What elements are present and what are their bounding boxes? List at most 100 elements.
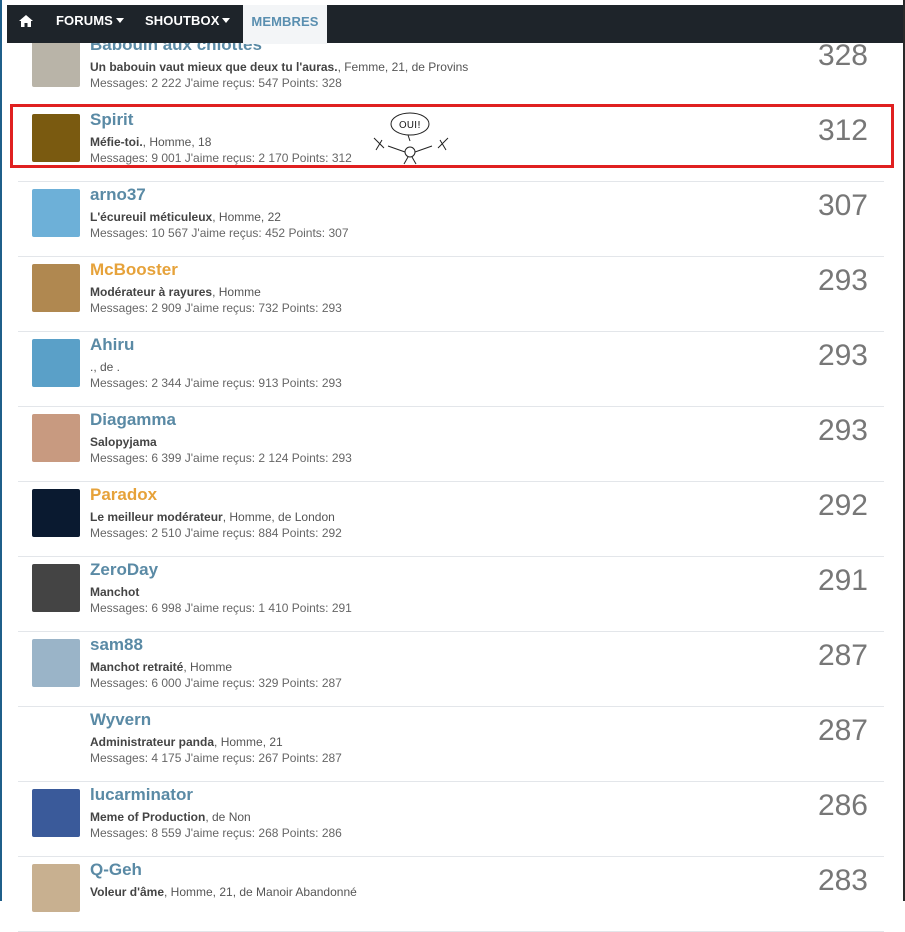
member-details: , Homme (212, 285, 261, 299)
top-navbar: FORUMS SHOUTBOX MEMBRES (7, 5, 903, 44)
member-details: , Homme (183, 660, 233, 674)
member-info: Salopyjama (90, 435, 157, 449)
member-details: , de Non (205, 810, 251, 824)
stat-label: Points: (288, 226, 326, 240)
likes-count: 2 124 (258, 451, 289, 465)
member-title: Modérateur à rayures (90, 285, 213, 299)
messages-count: 8 559 (151, 826, 182, 840)
member-name-link[interactable]: Q-Geh (90, 860, 142, 880)
member-score: 293 (817, 339, 868, 372)
member-score: 328 (817, 39, 868, 72)
member-name-link[interactable]: ZeroDay (90, 560, 158, 580)
stat-label: J'aime reçus: (184, 301, 256, 315)
stat-label: Points: (281, 376, 319, 390)
member-row: Diagamma Salopyjama Messages: 6 399 J'aime… (18, 406, 884, 482)
member-title: Manchot retraité (90, 660, 184, 674)
stat-label: Messages: (90, 676, 149, 690)
avatar[interactable] (32, 489, 80, 537)
member-info: Administrateur panda, Homme, 21 (90, 735, 283, 749)
avatar[interactable] (32, 264, 80, 312)
stat-label: Messages: (90, 826, 149, 840)
member-details: ., de . (90, 360, 121, 374)
nav-shoutbox-label: SHOUTBOX (145, 13, 220, 28)
stat-label: J'aime reçus: (191, 226, 262, 240)
avatar[interactable] (32, 864, 80, 912)
points-count: 287 (321, 676, 342, 690)
likes-count: 267 (258, 751, 279, 765)
member-info: Voleur d'âme, Homme, 21, de Manoir Aband… (90, 885, 357, 899)
stat-label: Messages: (90, 376, 149, 390)
avatar[interactable] (32, 564, 80, 612)
points-count: 293 (321, 301, 342, 315)
messages-count: 6 399 (151, 451, 182, 465)
member-name-link[interactable]: sam88 (90, 635, 143, 655)
member-row: Wyvern Administrateur panda, Homme, 21 Mes… (18, 706, 884, 782)
avatar[interactable] (32, 39, 80, 87)
member-title: L'écureuil méticuleux (90, 210, 213, 224)
chevron-down-icon (222, 18, 231, 23)
stat-label: J'aime reçus: (184, 376, 256, 390)
member-stats: Messages: 6 000 J'aime reçus: 329 Points… (90, 676, 342, 690)
stat-label: Points: (291, 601, 329, 615)
member-score: 292 (817, 489, 868, 522)
member-name-link[interactable]: arno37 (90, 185, 146, 205)
member-name-link[interactable]: Wyvern (90, 710, 151, 730)
member-row: ZeroDay Manchot Messages: 6 998 J'aime reç… (18, 556, 884, 632)
member-details: , Homme, 22 (212, 210, 281, 224)
points-count: 292 (321, 526, 342, 540)
likes-count: 732 (258, 301, 279, 315)
likes-count: 268 (258, 826, 279, 840)
member-details: , Homme, de London (222, 510, 335, 524)
member-details: , Homme, 21 (214, 735, 283, 749)
member-name-link[interactable]: Diagamma (90, 410, 176, 430)
member-name-link[interactable]: Ahiru (90, 335, 134, 355)
member-name-link[interactable]: lucarminator (90, 785, 193, 805)
points-count: 293 (321, 376, 342, 390)
stat-label: Points: (281, 301, 319, 315)
chevron-down-icon (115, 18, 124, 23)
member-title: Salopyjama (90, 435, 157, 449)
stat-label: Messages: (90, 601, 149, 615)
stat-label: Messages: (90, 226, 149, 240)
avatar[interactable] (32, 639, 80, 687)
member-info: Meme of Production, de Non (90, 810, 251, 824)
member-score: 286 (817, 789, 868, 822)
member-row: arno37 L'écureuil méticuleux, Homme, 22 Me… (18, 181, 884, 257)
nav-membres[interactable]: MEMBRES (243, 5, 327, 44)
member-score: 307 (817, 189, 868, 222)
member-info: Manchot (90, 585, 139, 599)
doodle-text: OUI! (399, 120, 421, 131)
member-name-link[interactable]: McBooster (90, 260, 178, 280)
member-name-link[interactable]: Paradox (90, 485, 157, 505)
member-info: ., de . (90, 360, 120, 374)
member-row: lucarminator Meme of Production, de Non Me… (18, 781, 884, 857)
member-details: , Homme, 21, de Manoir Abandonné (164, 885, 357, 899)
member-row: Q-Geh Voleur d'âme, Homme, 21, de Manoir … (18, 856, 884, 932)
likes-count: 884 (258, 526, 279, 540)
avatar[interactable] (32, 789, 80, 837)
nav-home[interactable] (15, 5, 37, 43)
nav-forums[interactable]: FORUMS (56, 5, 124, 43)
stat-label: Points: (281, 676, 319, 690)
avatar[interactable] (32, 189, 80, 237)
avatar[interactable] (32, 714, 80, 762)
points-count: 328 (321, 76, 342, 90)
stat-label: Messages: (90, 301, 149, 315)
member-stats: Messages: 6 399 J'aime reçus: 2 124 Poin… (90, 451, 352, 465)
member-score: 293 (817, 414, 868, 447)
member-row: McBooster Modérateur à rayures, Homme Mess… (18, 256, 884, 332)
member-row: Paradox Le meilleur modérateur, Homme, de… (18, 481, 884, 557)
member-info: Un babouin vaut mieux que deux tu l'aura… (90, 60, 468, 74)
avatar[interactable] (32, 339, 80, 387)
member-info: L'écureuil méticuleux, Homme, 22 (90, 210, 281, 224)
nav-shoutbox[interactable]: SHOUTBOX (145, 5, 231, 43)
points-count: 286 (321, 826, 342, 840)
member-title: Un babouin vaut mieux que deux tu l'aura… (90, 60, 338, 74)
stat-label: J'aime reçus: (184, 601, 256, 615)
stat-label: Points: (291, 451, 329, 465)
member-title: Administrateur panda (90, 735, 215, 749)
likes-count: 329 (258, 676, 279, 690)
avatar[interactable] (32, 414, 80, 462)
nav-membres-label: MEMBRES (251, 14, 319, 29)
member-row: Ahiru ., de . Messages: 2 344 J'aime reçus… (18, 331, 884, 407)
